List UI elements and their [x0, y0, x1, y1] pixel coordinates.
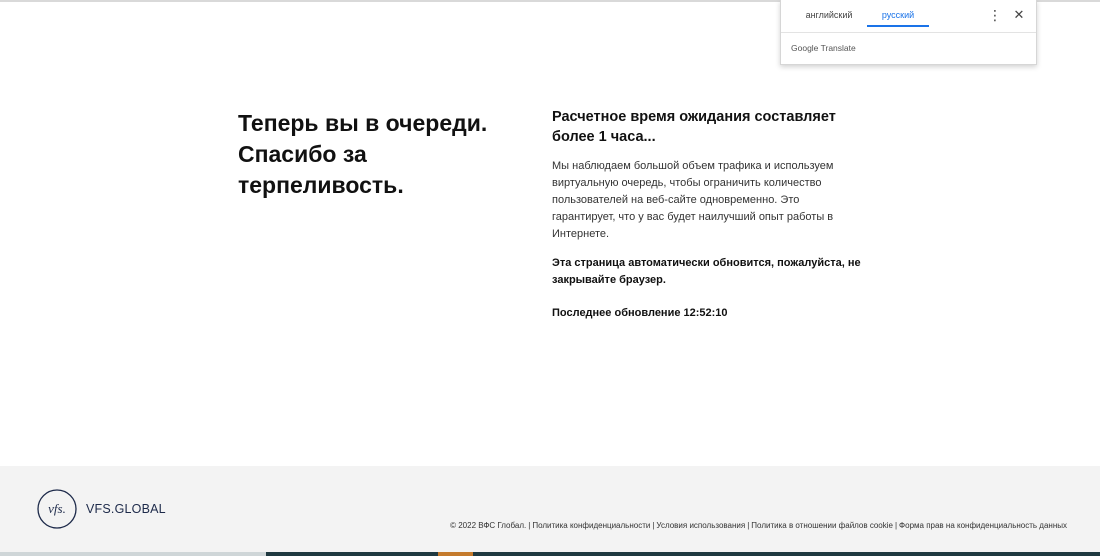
brand-name: VFS.GLOBAL [86, 502, 166, 516]
wait-time-title: Расчетное время ожидания составляет боле… [552, 109, 836, 145]
tab-target-language[interactable]: русский [867, 9, 929, 27]
queue-headline: Теперь вы в очереди. Спасибо за терпелив… [238, 110, 488, 198]
bottom-bar-accent [438, 552, 473, 556]
queue-explanation: Мы наблюдаем большой объем трафика и исп… [552, 160, 834, 240]
link-privacy-policy[interactable]: Политика конфиденциальности [532, 521, 650, 530]
google-translate-brand: Google Translate [791, 43, 856, 53]
bottom-bar-segment [0, 552, 266, 556]
link-data-privacy-form[interactable]: Форма прав на конфиденциальность данных [899, 521, 1067, 530]
auto-refresh-notice: Эта страница автоматически обновится, по… [552, 257, 861, 286]
translate-tabs: английский русский ⋮ ✕ [781, 0, 1036, 33]
footer: vfs. VFS.GLOBAL © 2022 ВФС Глобал. | Полит… [0, 466, 1100, 552]
copyright: © 2022 ВФС Глобал. [450, 521, 527, 530]
close-icon[interactable]: ✕ [1011, 7, 1027, 23]
google-translate-popup: английский русский ⋮ ✕ Google Translate [780, 0, 1037, 65]
link-terms-of-use[interactable]: Условия использования [656, 521, 745, 530]
logo-text: vfs. [48, 501, 66, 516]
tab-source-language[interactable]: английский [793, 9, 865, 25]
vertical-dots-icon[interactable]: ⋮ [988, 7, 1002, 23]
bottom-bar [0, 552, 1100, 556]
footer-legal: © 2022 ВФС Глобал. | Политика конфиденциал… [450, 521, 1067, 530]
queue-info: Расчетное время ожидания составляет боле… [552, 107, 872, 322]
link-cookie-policy[interactable]: Политика в отношении файлов cookie [751, 521, 893, 530]
vfs-logo: vfs. [37, 489, 77, 529]
last-update-time: Последнее обновление 12:52:10 [552, 307, 728, 319]
